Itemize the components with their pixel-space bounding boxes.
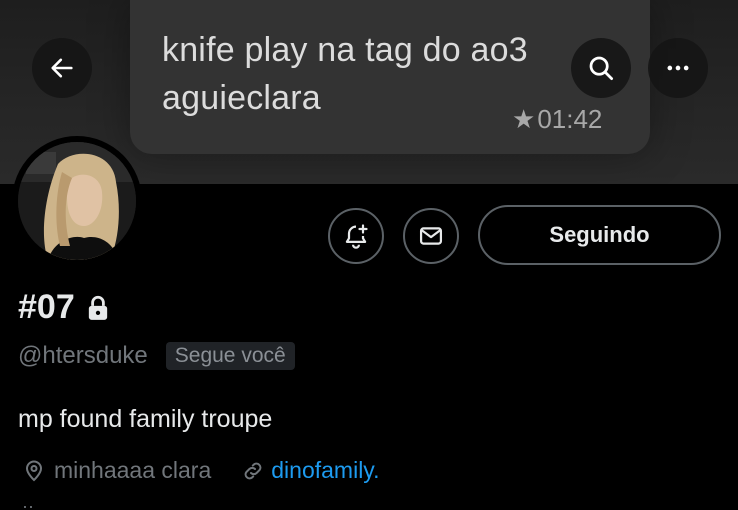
avatar-image [18,142,136,260]
more-button[interactable] [648,38,708,98]
avatar[interactable] [12,136,142,266]
lock-icon [88,295,107,320]
envelope-icon [419,227,443,245]
handle-row: @htersduke Segue você [18,342,295,370]
following-button[interactable]: Seguindo [478,205,721,265]
location-pin-icon [25,460,43,481]
link-icon [244,462,262,479]
banner-timestamp: ★ 01:42 [512,104,602,135]
follows-you-badge: Segue você [165,342,295,370]
banner-time-text: 01:42 [537,104,603,134]
profile-page: knife play na tag do ao3 aguieclara ★ 01… [0,0,738,510]
display-name-text: #07 [18,288,75,326]
bell-plus-icon [345,224,368,249]
message-button[interactable] [403,208,459,264]
star-icon: ★ [512,104,536,134]
bio: mp found family troupe [18,405,273,433]
website-link[interactable]: dinofamily. [271,457,379,484]
arrow-left-icon [51,58,73,78]
cutoff-row: ·· [22,496,34,510]
notify-button[interactable] [328,208,384,264]
avatar-portrait [18,142,136,260]
location-text: minhaaaa clara [54,457,212,483]
back-button[interactable] [32,38,92,98]
search-icon [589,56,613,80]
display-name: #07 [18,288,111,327]
more-icon [667,65,689,71]
handle: @htersduke [18,342,148,369]
profile-meta: minhaaaa clara dinofamily. [22,457,380,484]
search-button[interactable] [571,38,631,98]
